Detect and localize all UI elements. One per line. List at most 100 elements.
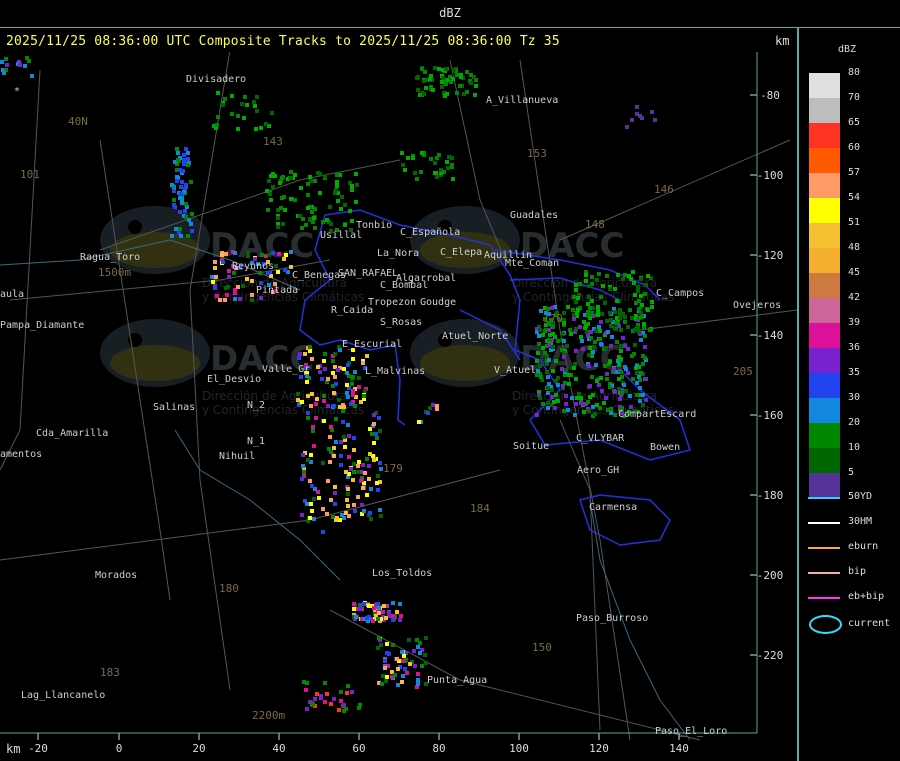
legend-label: 45: [848, 267, 861, 278]
echo-pixel: [612, 367, 616, 371]
echo-pixel: [626, 371, 630, 375]
echo-pixel: [587, 353, 591, 357]
echo-pixel: [376, 474, 380, 478]
echo-pixel: [323, 175, 327, 179]
echo-pixel: [18, 63, 22, 67]
echo-pixel: [605, 377, 609, 381]
echo-pixel: [536, 351, 540, 355]
echo-pixel: [593, 340, 597, 344]
echo-pixel: [301, 453, 305, 457]
echo-pixel: [345, 371, 349, 375]
echo-pixel: [637, 330, 641, 334]
echo-pixel: [422, 92, 426, 96]
echo-pixel: [382, 604, 386, 608]
echo-pixel: [233, 291, 237, 295]
echo-pixel: [375, 602, 379, 606]
echo-pixel: [293, 198, 297, 202]
echo-pixel: [399, 614, 403, 618]
echo-pixel: [214, 275, 218, 279]
y-tick-label: -80: [760, 89, 780, 102]
radar-map[interactable]: DACCDirección de Agriculturay Contingenc…: [0, 52, 797, 761]
echo-pixel: [473, 93, 477, 97]
echo-pixel: [395, 610, 399, 614]
echo-pixel: [536, 369, 540, 373]
echo-pixel: [420, 67, 424, 71]
echo-pixel: [538, 328, 542, 332]
echo-pixel: [267, 253, 271, 257]
echo-pixel: [412, 649, 416, 653]
echo-pixel: [395, 657, 399, 661]
echo-pixel: [357, 376, 361, 380]
echo-pixel: [627, 274, 631, 278]
echo-pixel: [332, 697, 336, 701]
echo-pixel: [310, 484, 314, 488]
echo-pixel: [227, 275, 231, 279]
echo-pixel: [551, 345, 555, 349]
echo-pixel: [426, 411, 430, 415]
echo-pixel: [176, 158, 180, 162]
x-tick-label: 120: [589, 742, 609, 755]
echo-pixel: [321, 507, 325, 511]
echo-pixel: [615, 299, 619, 303]
echo-pixel: [310, 392, 314, 396]
echo-pixel: [281, 175, 285, 179]
echo-pixel: [362, 509, 366, 513]
echo-pixel: [415, 177, 419, 181]
echo-pixel: [182, 153, 186, 157]
echo-pixel: [609, 324, 613, 328]
echo-pixel: [181, 169, 185, 173]
place-label: Los_Toldos: [372, 568, 432, 579]
echo-pixel: [385, 642, 389, 646]
echo-pixel: [313, 226, 317, 230]
echo-pixel: [342, 435, 346, 439]
legend-label: 60: [848, 142, 861, 153]
echo-pixel: [5, 63, 9, 67]
echo-pixel: [289, 170, 293, 174]
echo-pixel: [238, 297, 242, 301]
echo-pixel: [571, 308, 575, 312]
echo-pixel: [340, 195, 344, 199]
echo-pixel: [564, 402, 568, 406]
echo-pixel: [429, 157, 433, 161]
echo-pixel: [269, 174, 273, 178]
echo-pixel: [623, 320, 627, 324]
echo-pixel: [347, 455, 351, 459]
echo-pixel: [638, 399, 642, 403]
echo-pixel: [621, 277, 625, 281]
legend-swatch: [809, 473, 840, 498]
echo-pixel: [535, 413, 539, 417]
echo-pixel: [210, 275, 214, 279]
echo-pixel: [309, 404, 313, 408]
echo-pixel: [306, 416, 310, 420]
echo-pixel: [354, 200, 358, 204]
echo-pixel: [25, 56, 29, 60]
echo-pixel: [567, 373, 571, 377]
place-label: 40N: [68, 115, 88, 128]
echo-pixel: [289, 250, 293, 254]
echo-pixel: [539, 375, 543, 379]
legend-swatch: [809, 398, 840, 423]
echo-pixel: [609, 318, 613, 322]
echo-pixel: [184, 183, 188, 187]
echo-pixel: [566, 408, 570, 412]
echo-pixel: [355, 183, 359, 187]
place-label: C_Campos: [656, 288, 704, 299]
echo-pixel: [446, 166, 450, 170]
echo-pixel: [578, 282, 582, 286]
echo-pixel: [334, 188, 338, 192]
echo-pixel: [622, 383, 626, 387]
echo-pixel: [567, 382, 571, 386]
echo-pixel: [379, 514, 383, 518]
legend-label: 51: [848, 217, 861, 228]
echo-pixel: [346, 684, 350, 688]
place-label: Usillal: [320, 230, 362, 241]
echo-pixel: [339, 699, 343, 703]
place-label: C_Elepa: [440, 247, 482, 258]
echo-pixel: [641, 403, 645, 407]
echo-pixel: [417, 420, 421, 424]
echo-pixel: [650, 305, 654, 309]
echo-pixel: [619, 344, 623, 348]
echo-pixel: [332, 391, 336, 395]
echo-pixel: [345, 691, 349, 695]
echo-pixel: [347, 434, 351, 438]
